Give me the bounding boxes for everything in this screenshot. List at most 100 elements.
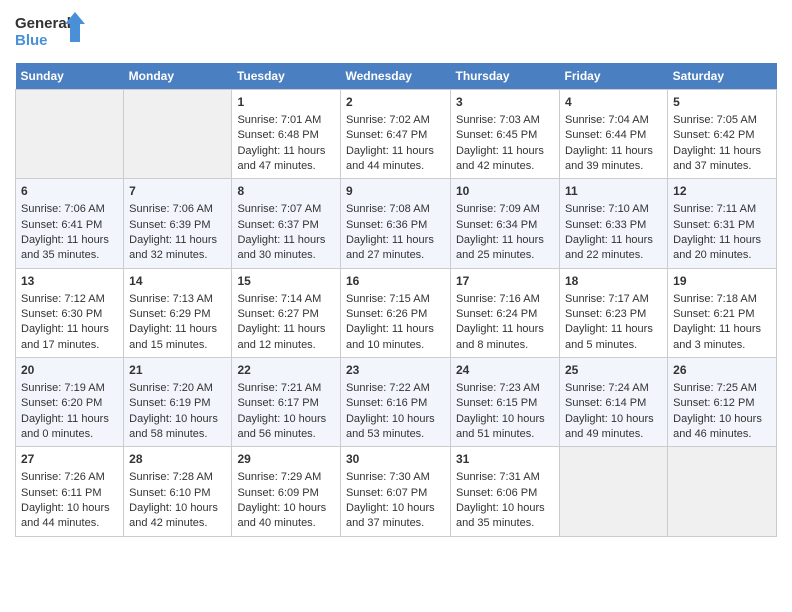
day-number: 6 [21, 183, 118, 200]
calendar-cell: 27Sunrise: 7:26 AMSunset: 6:11 PMDayligh… [16, 447, 124, 536]
calendar-cell [668, 447, 777, 536]
week-row: 27Sunrise: 7:26 AMSunset: 6:11 PMDayligh… [16, 447, 777, 536]
week-row: 20Sunrise: 7:19 AMSunset: 6:20 PMDayligh… [16, 358, 777, 447]
daylight-text: Daylight: 10 hours and 49 minutes. [565, 412, 662, 443]
col-header-monday: Monday [124, 63, 232, 90]
sunset-text: Sunset: 6:21 PM [673, 307, 771, 322]
sunset-text: Sunset: 6:37 PM [237, 218, 335, 233]
sunset-text: Sunset: 6:48 PM [237, 128, 335, 143]
calendar-cell: 4Sunrise: 7:04 AMSunset: 6:44 PMDaylight… [559, 90, 667, 179]
calendar-cell: 6Sunrise: 7:06 AMSunset: 6:41 PMDaylight… [16, 179, 124, 268]
calendar-cell: 22Sunrise: 7:21 AMSunset: 6:17 PMDayligh… [232, 358, 341, 447]
daylight-text: Daylight: 10 hours and 58 minutes. [129, 412, 226, 443]
sunrise-text: Sunrise: 7:23 AM [456, 381, 554, 396]
calendar-cell: 20Sunrise: 7:19 AMSunset: 6:20 PMDayligh… [16, 358, 124, 447]
calendar-cell: 9Sunrise: 7:08 AMSunset: 6:36 PMDaylight… [340, 179, 450, 268]
day-number: 14 [129, 273, 226, 290]
calendar-table: SundayMondayTuesdayWednesdayThursdayFrid… [15, 63, 777, 537]
sunrise-text: Sunrise: 7:18 AM [673, 292, 771, 307]
daylight-text: Daylight: 10 hours and 37 minutes. [346, 501, 445, 532]
sunset-text: Sunset: 6:19 PM [129, 396, 226, 411]
week-row: 13Sunrise: 7:12 AMSunset: 6:30 PMDayligh… [16, 268, 777, 357]
day-number: 27 [21, 451, 118, 468]
calendar-cell: 30Sunrise: 7:30 AMSunset: 6:07 PMDayligh… [340, 447, 450, 536]
sunset-text: Sunset: 6:47 PM [346, 128, 445, 143]
calendar-container: General Blue SundayMondayTuesdayWednesda… [0, 0, 792, 552]
calendar-cell: 11Sunrise: 7:10 AMSunset: 6:33 PMDayligh… [559, 179, 667, 268]
col-header-sunday: Sunday [16, 63, 124, 90]
daylight-text: Daylight: 11 hours and 17 minutes. [21, 322, 118, 353]
sunset-text: Sunset: 6:27 PM [237, 307, 335, 322]
daylight-text: Daylight: 11 hours and 0 minutes. [21, 412, 118, 443]
sunrise-text: Sunrise: 7:02 AM [346, 113, 445, 128]
sunset-text: Sunset: 6:45 PM [456, 128, 554, 143]
calendar-cell [16, 90, 124, 179]
calendar-cell: 17Sunrise: 7:16 AMSunset: 6:24 PMDayligh… [450, 268, 559, 357]
sunrise-text: Sunrise: 7:08 AM [346, 202, 445, 217]
daylight-text: Daylight: 11 hours and 22 minutes. [565, 233, 662, 264]
header-row: SundayMondayTuesdayWednesdayThursdayFrid… [16, 63, 777, 90]
sunrise-text: Sunrise: 7:15 AM [346, 292, 445, 307]
day-number: 20 [21, 362, 118, 379]
daylight-text: Daylight: 10 hours and 42 minutes. [129, 501, 226, 532]
sunset-text: Sunset: 6:15 PM [456, 396, 554, 411]
calendar-cell: 8Sunrise: 7:07 AMSunset: 6:37 PMDaylight… [232, 179, 341, 268]
day-number: 23 [346, 362, 445, 379]
calendar-cell: 1Sunrise: 7:01 AMSunset: 6:48 PMDaylight… [232, 90, 341, 179]
daylight-text: Daylight: 11 hours and 27 minutes. [346, 233, 445, 264]
sunrise-text: Sunrise: 7:11 AM [673, 202, 771, 217]
sunset-text: Sunset: 6:31 PM [673, 218, 771, 233]
day-number: 22 [237, 362, 335, 379]
daylight-text: Daylight: 11 hours and 30 minutes. [237, 233, 335, 264]
sunrise-text: Sunrise: 7:05 AM [673, 113, 771, 128]
sunset-text: Sunset: 6:10 PM [129, 486, 226, 501]
day-number: 2 [346, 94, 445, 111]
sunset-text: Sunset: 6:24 PM [456, 307, 554, 322]
daylight-text: Daylight: 11 hours and 8 minutes. [456, 322, 554, 353]
daylight-text: Daylight: 11 hours and 35 minutes. [21, 233, 118, 264]
sunset-text: Sunset: 6:33 PM [565, 218, 662, 233]
sunset-text: Sunset: 6:23 PM [565, 307, 662, 322]
day-number: 13 [21, 273, 118, 290]
calendar-cell: 24Sunrise: 7:23 AMSunset: 6:15 PMDayligh… [450, 358, 559, 447]
day-number: 4 [565, 94, 662, 111]
day-number: 7 [129, 183, 226, 200]
calendar-cell [559, 447, 667, 536]
sunset-text: Sunset: 6:42 PM [673, 128, 771, 143]
sunset-text: Sunset: 6:34 PM [456, 218, 554, 233]
sunrise-text: Sunrise: 7:14 AM [237, 292, 335, 307]
sunrise-text: Sunrise: 7:30 AM [346, 470, 445, 485]
calendar-cell: 18Sunrise: 7:17 AMSunset: 6:23 PMDayligh… [559, 268, 667, 357]
col-header-thursday: Thursday [450, 63, 559, 90]
sunset-text: Sunset: 6:16 PM [346, 396, 445, 411]
calendar-cell: 14Sunrise: 7:13 AMSunset: 6:29 PMDayligh… [124, 268, 232, 357]
day-number: 8 [237, 183, 335, 200]
day-number: 21 [129, 362, 226, 379]
daylight-text: Daylight: 11 hours and 47 minutes. [237, 144, 335, 175]
sunrise-text: Sunrise: 7:19 AM [21, 381, 118, 396]
daylight-text: Daylight: 10 hours and 44 minutes. [21, 501, 118, 532]
sunset-text: Sunset: 6:29 PM [129, 307, 226, 322]
sunrise-text: Sunrise: 7:29 AM [237, 470, 335, 485]
week-row: 6Sunrise: 7:06 AMSunset: 6:41 PMDaylight… [16, 179, 777, 268]
day-number: 29 [237, 451, 335, 468]
sunrise-text: Sunrise: 7:20 AM [129, 381, 226, 396]
day-number: 5 [673, 94, 771, 111]
svg-text:General: General [15, 15, 71, 32]
day-number: 18 [565, 273, 662, 290]
daylight-text: Daylight: 11 hours and 20 minutes. [673, 233, 771, 264]
sunrise-text: Sunrise: 7:03 AM [456, 113, 554, 128]
daylight-text: Daylight: 10 hours and 53 minutes. [346, 412, 445, 443]
day-number: 16 [346, 273, 445, 290]
daylight-text: Daylight: 11 hours and 37 minutes. [673, 144, 771, 175]
sunrise-text: Sunrise: 7:12 AM [21, 292, 118, 307]
daylight-text: Daylight: 11 hours and 42 minutes. [456, 144, 554, 175]
col-header-saturday: Saturday [668, 63, 777, 90]
svg-text:Blue: Blue [15, 32, 48, 49]
sunrise-text: Sunrise: 7:21 AM [237, 381, 335, 396]
daylight-text: Daylight: 11 hours and 25 minutes. [456, 233, 554, 264]
col-header-friday: Friday [559, 63, 667, 90]
daylight-text: Daylight: 11 hours and 44 minutes. [346, 144, 445, 175]
calendar-cell: 26Sunrise: 7:25 AMSunset: 6:12 PMDayligh… [668, 358, 777, 447]
sunrise-text: Sunrise: 7:24 AM [565, 381, 662, 396]
